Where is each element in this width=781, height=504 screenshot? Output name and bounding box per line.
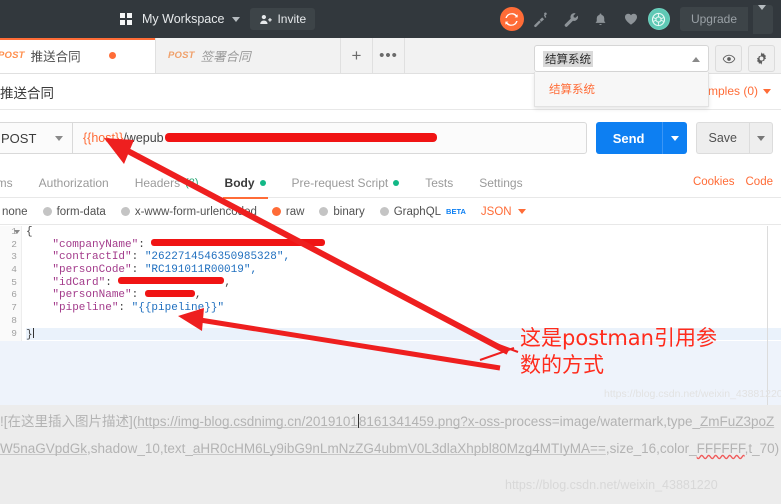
arrow-to-host-variable bbox=[104, 138, 510, 355]
md-url-part-3d: ,t_70) bbox=[744, 441, 780, 456]
chevron-up-icon bbox=[692, 57, 700, 62]
arrow-to-pipeline-variable bbox=[178, 308, 501, 371]
gear-icon bbox=[757, 52, 766, 65]
environment-settings-button[interactable] bbox=[748, 45, 775, 72]
environment-option-0[interactable]: 结算系统 bbox=[535, 81, 595, 97]
outer-watermark: https://blog.csdn.net/weixin_43881220 bbox=[505, 478, 718, 492]
md-url-part-3c: FFFFFF bbox=[696, 441, 745, 456]
postman-screenshot: My Workspace Invite Upgrade POST 推送合同 PO… bbox=[0, 0, 781, 504]
environment-selector[interactable]: 结算系统 bbox=[534, 45, 709, 72]
environment-quick-look-button[interactable] bbox=[715, 45, 742, 72]
annotation-line-1: 这是postman引用参 bbox=[520, 326, 717, 350]
md-url-part-2c: ,shadow_10,text_ bbox=[87, 441, 193, 456]
annotation-line-2: 数的方式 bbox=[520, 353, 604, 377]
annotation-text: 这是postman引用参 数的方式 bbox=[520, 325, 770, 379]
environment-selected-value: 结算系统 bbox=[543, 50, 593, 67]
md-url-part-3a: 4ubmV0L3dlaXhpbl80Mzg4MTIyMA== bbox=[373, 441, 606, 456]
md-url-part-3b: ,size_16,color_ bbox=[605, 441, 697, 456]
eye-icon bbox=[722, 54, 735, 63]
environment-dropdown-menu[interactable]: 结算系统 bbox=[534, 72, 709, 107]
md-url-part-2d: aHR0cHM6Ly9ibG9nLmNzZG bbox=[192, 441, 374, 456]
inner-watermark: https://blog.csdn.net/weixin_43881220 bbox=[604, 388, 781, 400]
